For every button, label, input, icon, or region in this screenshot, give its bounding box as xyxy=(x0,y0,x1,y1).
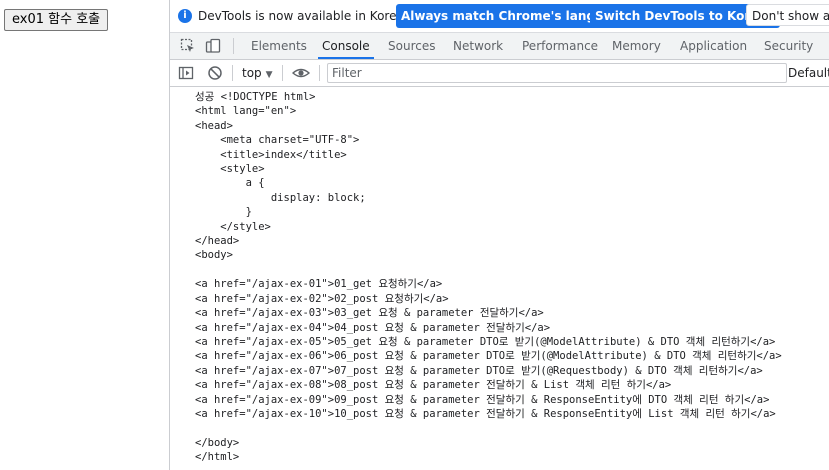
toolbar-divider xyxy=(282,65,283,81)
live-expression-eye-icon[interactable] xyxy=(292,65,310,81)
console-line: <title>index</title> xyxy=(195,148,347,161)
context-selector-label: top xyxy=(242,66,262,80)
console-line: </style> xyxy=(195,220,271,233)
devtools-panel: i DevTools is now available in Korean! A… xyxy=(169,0,829,470)
console-line: <meta charset="UTF-8"> xyxy=(195,134,360,147)
devtools-tabbar: Elements Console Sources Network Perform… xyxy=(170,33,829,60)
console-line: <a href="/ajax-ex-02">02_post 요청하기</a> xyxy=(195,292,449,305)
console-line: <a href="/ajax-ex-10">10_post 요청 & param… xyxy=(195,407,776,420)
inspected-page: ex01 함수 호출 xyxy=(0,0,169,470)
tab-elements[interactable]: Elements xyxy=(251,33,307,59)
clear-console-icon[interactable] xyxy=(207,65,223,81)
console-log-message: 성공 <!DOCTYPE html> <html lang="en"> <hea… xyxy=(195,90,782,465)
console-output: 성공 <!DOCTYPE html> <html lang="en"> <hea… xyxy=(170,87,829,470)
log-levels-dropdown[interactable]: Default levels xyxy=(788,60,829,86)
tab-application[interactable]: Application xyxy=(680,33,747,59)
tabbar-divider xyxy=(233,38,234,54)
console-line: a { xyxy=(195,177,265,190)
device-toolbar-icon[interactable] xyxy=(205,38,221,54)
console-line: <a href="/ajax-ex-03">03_get 요청 & parame… xyxy=(195,307,544,320)
console-line: </body> xyxy=(195,436,240,449)
console-line: </head> xyxy=(195,235,240,248)
info-icon: i xyxy=(178,9,192,23)
infobar-message: DevTools is now available in Korean! xyxy=(198,9,417,23)
console-line: <body> xyxy=(195,249,233,262)
dont-show-again-button[interactable]: Don't show again xyxy=(746,4,829,26)
console-line: <html lang="en"> xyxy=(195,105,297,118)
console-line: display: block; xyxy=(195,191,366,204)
console-line: </html> xyxy=(195,451,240,464)
inspect-element-icon[interactable] xyxy=(180,38,196,54)
tab-network[interactable]: Network xyxy=(453,33,503,59)
tab-performance[interactable]: Performance xyxy=(522,33,598,59)
console-line: <a href="/ajax-ex-07">07_post 요청 & param… xyxy=(195,364,763,377)
tab-memory[interactable]: Memory xyxy=(612,33,661,59)
console-line: <style> xyxy=(195,163,265,176)
context-selector[interactable]: top ▼ xyxy=(242,60,273,86)
tab-security[interactable]: Security xyxy=(764,33,813,59)
console-line: <a href="/ajax-ex-08">08_post 요청 & param… xyxy=(195,379,672,392)
console-filter-input[interactable] xyxy=(327,63,787,83)
tab-console[interactable]: Console xyxy=(318,33,374,59)
toolbar-divider xyxy=(232,65,233,81)
console-line: 성공 <!DOCTYPE html> xyxy=(195,91,316,103)
console-line: <head> xyxy=(195,119,233,132)
console-toolbar: top▼ Default levels xyxy=(170,60,829,87)
sidebar-toggle-icon[interactable] xyxy=(178,65,194,81)
ex01-call-button[interactable]: ex01 함수 호출 xyxy=(4,9,109,31)
console-line: <a href="/ajax-ex-04">04_post 요청 & param… xyxy=(195,321,551,334)
console-line: <a href="/ajax-ex-06">06_post 요청 & param… xyxy=(195,350,782,363)
toolbar-divider xyxy=(319,65,320,81)
console-line: <a href="/ajax-ex-01">01_get 요청하기</a> xyxy=(195,278,443,291)
console-line: } xyxy=(195,206,252,219)
console-line: <a href="/ajax-ex-09">09_post 요청 & param… xyxy=(195,393,770,406)
language-infobar: i DevTools is now available in Korean! A… xyxy=(170,0,829,33)
chevron-down-icon: ▼ xyxy=(265,70,273,80)
console-line: <a href="/ajax-ex-05">05_get 요청 & parame… xyxy=(195,335,776,348)
tab-sources[interactable]: Sources xyxy=(388,33,435,59)
